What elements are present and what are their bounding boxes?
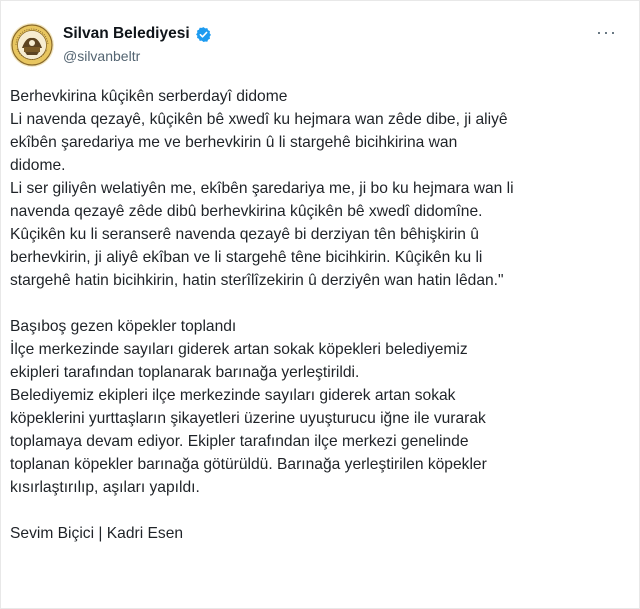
tweet-text: Berhevkirina kûçikên serberdayî didome L… (10, 85, 615, 545)
tweet-text-line: ekîbên şaredariya me ve berhevkirin û li… (10, 134, 458, 151)
tweet-text-line: didome. (10, 157, 66, 174)
tweet-text-line: navenda qezayê zêde dibû berhevkirina kû… (10, 203, 483, 220)
tweet-text-line: kısırlaştırılıp, aşıları yapıldı. (10, 479, 200, 496)
tweet-text-line: stargehê hatin bicihkirin, hatin sterîlî… (10, 272, 504, 289)
tweet-text-line: Kûçikên ku li seranserê navenda qezayê b… (10, 226, 479, 243)
account-avatar[interactable] (10, 23, 54, 67)
verified-badge-icon (195, 26, 211, 42)
tweet-text-line: İlçe merkezinde sayıları giderek artan s… (10, 341, 468, 358)
tweet-text-line: Başıboş gezen köpekler toplandı (10, 318, 237, 335)
tweet-text-line: ekipleri tarafından toplanarak barınağa … (10, 364, 360, 381)
tweet-text-line: köpeklerini yurttaşların şikayetleri üze… (10, 410, 486, 427)
tweet-text-line: toplamaya devam ediyor. Ekipler tarafınd… (10, 433, 469, 450)
account-display-name[interactable]: Silvan Belediyesi (63, 25, 190, 43)
silvan-municipality-seal-icon (10, 23, 54, 67)
tweet-text-line: Berhevkirina kûçikên serberdayî didome (10, 88, 288, 105)
account-name-row: Silvan Belediyesi (63, 25, 212, 43)
tweet-text-line: toplanan köpekler barınağa götürüldü. Ba… (10, 456, 487, 473)
more-options-icon[interactable]: ··· (596, 23, 617, 41)
tweet-text-line: Li navenda qezayê, kûçikên bê xwedî ku h… (10, 111, 508, 128)
tweet-card[interactable]: Silvan Belediyesi @silvanbeltr ··· Berhe… (0, 0, 640, 609)
account-handle[interactable]: @silvanbeltr (63, 48, 140, 64)
tweet-text-line: Belediyemiz ekipleri ilçe merkezinde say… (10, 387, 456, 404)
tweet-text-line: Li ser giliyên welatiyên me, ekîbên şare… (10, 180, 514, 197)
tweet-text-line: berhevkirin, ji aliyê ekîban ve li starg… (10, 249, 483, 266)
tweet-signature: Sevim Biçici | Kadri Esen (10, 525, 184, 542)
